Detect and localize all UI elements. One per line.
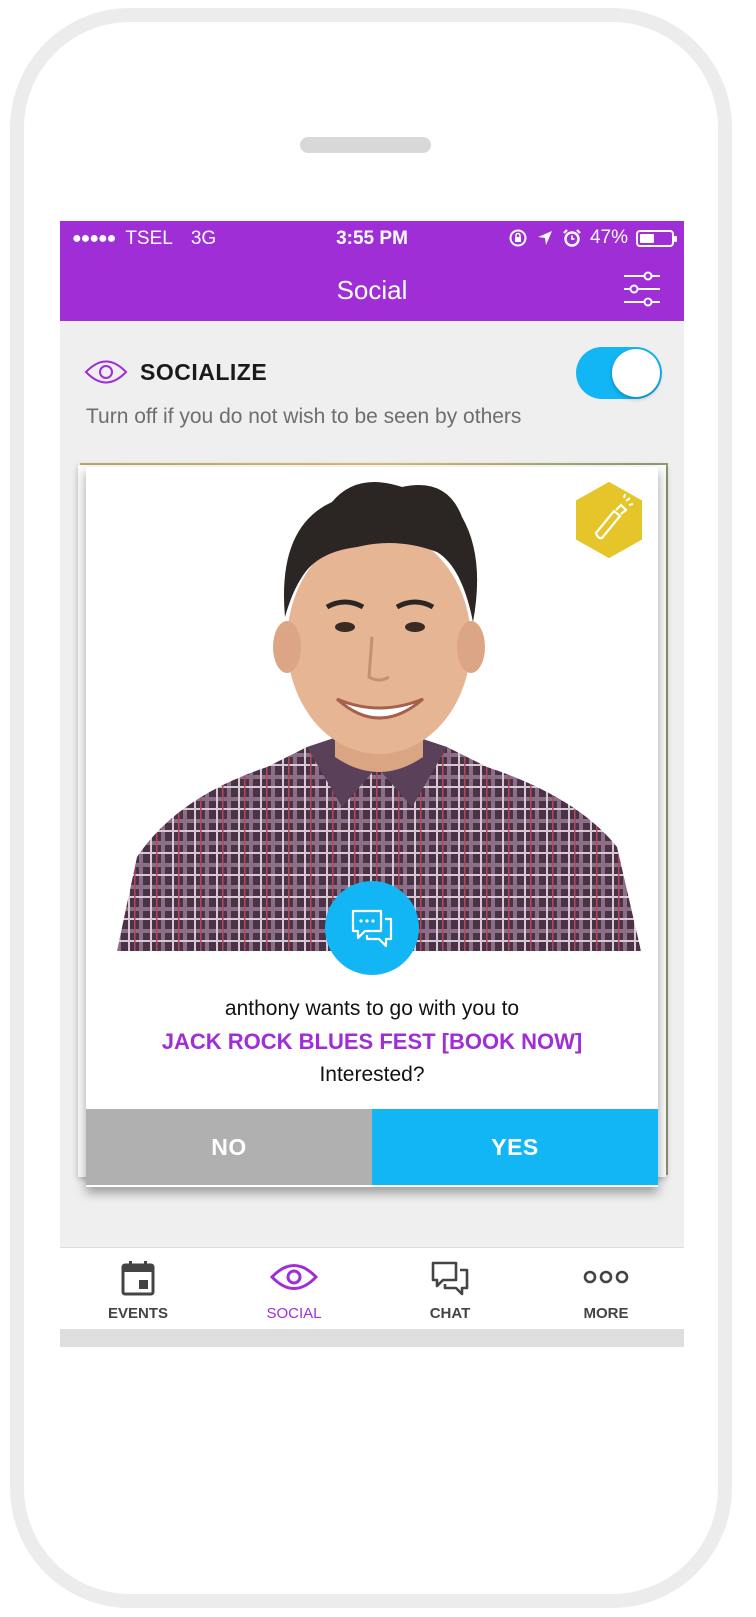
chat-bubbles-icon [431,1261,469,1296]
eye-icon [84,360,128,384]
chat-bubbles-icon [351,909,393,948]
event-link[interactable]: JACK ROCK BLUES FEST [BOOK NOW] [86,1029,658,1055]
page-title: Social [336,275,408,305]
home-indicator-strip [60,1329,684,1347]
profile-photo [117,467,641,951]
nav-bar: Social [60,257,684,321]
status-bar: ●●●●● TSEL 3G 3:55 PM 47% [60,221,684,257]
socialize-row: SOCIALIZE [84,347,662,401]
chat-button[interactable] [325,881,419,975]
tab-bar: EVENTS SOCIAL CHAT MORE [60,1247,684,1329]
battery-fill [640,233,654,243]
battery-percent: 47% [589,227,628,248]
more-dots-icon [583,1270,629,1284]
tab-label: EVENTS [107,1305,168,1322]
no-button[interactable]: NO [86,1109,372,1185]
eye-icon [270,1264,318,1290]
tab-label: SOCIAL [266,1305,322,1322]
interested-question: Interested? [319,1063,425,1086]
invite-message: anthony wants to go with you to [224,997,520,1020]
rotation-lock-icon [509,229,527,247]
invite-card[interactable]: anthony wants to go with you to JACK ROC… [86,467,658,1187]
tab-more[interactable]: MORE [528,1248,684,1330]
socialize-hint: Turn off if you do not wish to be seen b… [86,405,522,428]
phone-speaker [300,137,431,153]
tab-events[interactable]: EVENTS [60,1248,216,1330]
socialize-label: SOCIALIZE [140,359,268,385]
tab-label: CHAT [429,1305,471,1322]
toggle-knob [612,349,660,397]
champagne-badge-icon[interactable] [574,481,644,559]
tab-social[interactable]: SOCIAL [216,1248,372,1330]
alarm-icon [563,229,581,247]
location-arrow-icon [537,231,552,245]
socialize-toggle[interactable] [576,347,662,399]
battery-icon [636,229,677,247]
calendar-icon [121,1261,155,1296]
app-screen: ●●●●● TSEL 3G 3:55 PM 47% Social SOCIALI… [60,221,684,1347]
tab-label: MORE [583,1305,629,1322]
tab-chat[interactable]: CHAT [372,1248,528,1330]
yes-button[interactable]: YES [372,1109,658,1185]
filter-sliders-icon[interactable] [622,269,662,309]
